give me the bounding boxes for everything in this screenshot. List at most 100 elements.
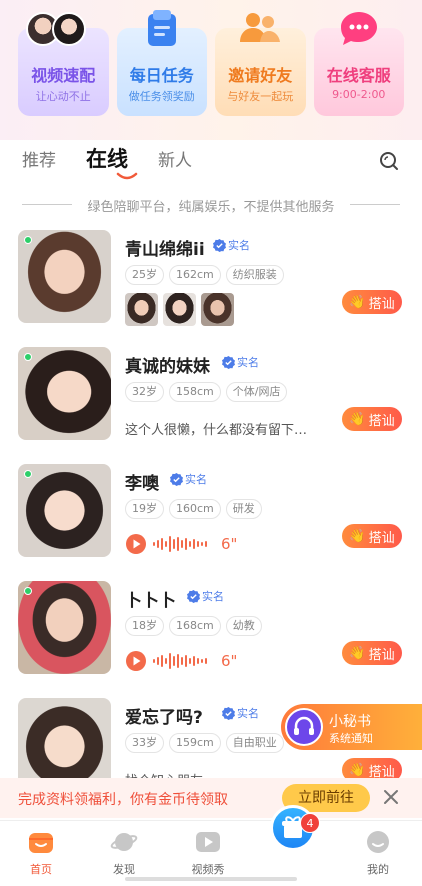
greet-button[interactable]: 👋 搭讪 <box>342 641 402 665</box>
notification-badge: 4 <box>300 813 320 833</box>
banner-text: 完成资料领福利，你有金币待领取 <box>18 792 228 808</box>
wave-hand-icon: 👋 <box>349 645 366 661</box>
wave-hand-icon: 👋 <box>349 294 366 310</box>
friends-icon <box>240 13 281 42</box>
tab-new[interactable]: 新人 <box>158 146 192 171</box>
wave-hand-icon: 👋 <box>349 411 366 427</box>
secretary-subtitle: 系统通知 <box>329 732 373 745</box>
verified-icon <box>222 355 235 369</box>
list-item[interactable]: 青山绵绵ii 实名 25岁 162cm 纺织服装 👋 搭讪 <box>0 230 422 340</box>
secretary-title: 小秘书 <box>329 714 371 730</box>
chat-bubble-icon <box>340 12 377 45</box>
online-indicator <box>24 587 32 595</box>
play-icon[interactable] <box>125 533 147 555</box>
greet-label: 搭讪 <box>368 530 395 546</box>
voice-intro[interactable]: 6" <box>125 650 237 672</box>
verified-icon <box>170 472 183 486</box>
video-match-card[interactable]: 视频速配 让心动不止 <box>18 12 109 116</box>
home-indicator <box>125 877 297 881</box>
greet-button[interactable]: 👋 搭讪 <box>342 524 402 548</box>
nav-item-video-show[interactable]: 视频秀 <box>178 829 238 877</box>
greet-button[interactable]: 👋 搭讪 <box>342 407 402 431</box>
daily-task-card[interactable]: 每日任务 做任务领奖励 <box>116 10 207 116</box>
profile-face-icon <box>367 831 389 853</box>
wave-hand-icon: 👋 <box>349 528 366 544</box>
nav-item-discover[interactable]: 发现 <box>94 829 154 877</box>
age-tag: 18岁 <box>125 616 164 636</box>
greet-label: 搭讪 <box>368 764 395 780</box>
verified-label: 实名 <box>237 707 259 720</box>
verified-badge: 实名 <box>213 237 250 253</box>
user-photo[interactable] <box>18 464 111 557</box>
profile-reward-banner: 完成资料领福利，你有金币待领取 立即前往 <box>0 778 422 818</box>
user-tags: 19岁 160cm 研发 <box>125 499 262 519</box>
user-tags: 18岁 168cm 幼教 <box>125 616 262 636</box>
list-item[interactable]: 李噢 实名 19岁 160cm 研发 6" 👋 搭讪 <box>0 464 422 574</box>
user-name: 青山绵绵ii <box>125 240 205 260</box>
verified-label: 实名 <box>228 239 250 252</box>
card-subtitle: 让心动不止 <box>35 90 91 103</box>
nav-item-home[interactable]: 首页 <box>11 829 71 877</box>
age-tag: 32岁 <box>125 382 164 402</box>
photo-thumbnail[interactable] <box>163 293 196 326</box>
user-tags: 33岁 159cm 自由职业 <box>125 733 284 753</box>
close-icon[interactable] <box>380 786 402 808</box>
nav-label: 视频秀 <box>191 863 225 876</box>
job-tag: 自由职业 <box>225 733 284 753</box>
customer-service-card[interactable]: 在线客服 9:00-2:00 <box>313 12 404 116</box>
verified-badge: 实名 <box>222 354 259 370</box>
user-name: 卜卜卜 <box>125 591 176 611</box>
card-subtitle: 做任务领奖励 <box>128 90 195 103</box>
user-name: 李噢 <box>125 474 159 494</box>
job-tag: 幼教 <box>225 616 262 636</box>
verified-icon <box>187 589 200 603</box>
age-tag: 25岁 <box>125 265 164 285</box>
voice-intro[interactable]: 6" <box>125 533 237 555</box>
search-icon[interactable] <box>378 150 400 172</box>
online-indicator <box>24 470 32 478</box>
height-tag: 162cm <box>169 265 221 285</box>
feature-cards: 视频速配 让心动不止 每日任务 做任务领奖励 邀请好友 与好友一起玩 在线客服 … <box>18 10 404 116</box>
card-title: 在线客服 <box>326 66 391 85</box>
user-name: 真诚的妹妹 <box>125 357 210 377</box>
nav-item-profile[interactable]: 我的 <box>348 829 408 877</box>
job-tag: 纺织服装 <box>225 265 284 285</box>
nav-label: 首页 <box>30 863 52 876</box>
secretary-float-button[interactable]: 小秘书 系统通知 <box>281 704 422 750</box>
card-subtitle: 与好友一起玩 <box>227 90 294 103</box>
greet-label: 搭讪 <box>368 296 395 312</box>
verified-badge: 实名 <box>222 705 259 721</box>
verified-icon <box>222 706 235 720</box>
divider <box>350 204 400 205</box>
headset-icon <box>285 708 323 746</box>
online-indicator <box>24 353 32 361</box>
invite-friends-card[interactable]: 邀请好友 与好友一起玩 <box>215 13 306 116</box>
list-item[interactable]: 真诚的妹妹 实名 32岁 158cm 个体/网店 这个人很懒，什么都没有留下… … <box>0 347 422 457</box>
user-photo[interactable] <box>18 581 111 674</box>
card-subtitle: 9:00-2:00 <box>332 88 386 101</box>
user-photo[interactable] <box>18 347 111 440</box>
photo-thumbnail[interactable] <box>125 293 158 326</box>
verified-icon <box>213 238 226 252</box>
card-title: 每日任务 <box>129 66 194 85</box>
age-tag: 19岁 <box>125 499 164 519</box>
greet-label: 搭讪 <box>368 413 395 429</box>
tab-online[interactable]: 在线 <box>86 143 128 173</box>
user-photo[interactable] <box>18 230 111 323</box>
play-icon[interactable] <box>125 650 147 672</box>
height-tag: 168cm <box>169 616 221 636</box>
card-title: 视频速配 <box>31 66 96 85</box>
tab-recommend[interactable]: 推荐 <box>22 146 56 171</box>
height-tag: 158cm <box>169 382 221 402</box>
job-tag: 研发 <box>225 499 262 519</box>
wave-hand-icon: 👋 <box>349 762 366 778</box>
height-tag: 160cm <box>169 499 221 519</box>
nav-label: 我的 <box>367 863 389 876</box>
greet-button[interactable]: 👋 搭讪 <box>342 290 402 314</box>
photo-thumbnail[interactable] <box>201 293 234 326</box>
planet-icon <box>110 833 138 851</box>
list-item[interactable]: 卜卜卜 实名 18岁 168cm 幼教 6" 👋 搭讪 <box>0 581 422 691</box>
video-play-icon <box>196 832 220 852</box>
card-title: 邀请好友 <box>228 66 293 85</box>
user-tags: 25岁 162cm 纺织服装 <box>125 265 284 285</box>
